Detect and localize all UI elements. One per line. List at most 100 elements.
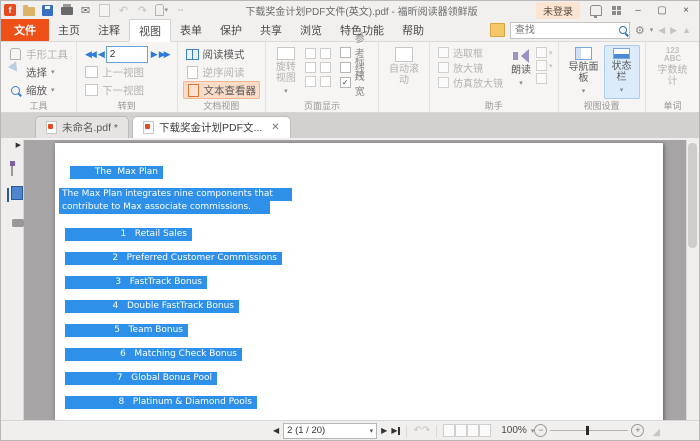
search-input[interactable] bbox=[510, 22, 630, 39]
selected-text-line[interactable]: contribute to Max associate commissions. bbox=[59, 201, 270, 214]
touch-mode-icon[interactable]: ▾ bbox=[155, 4, 168, 17]
zoom-slider-thumb[interactable] bbox=[586, 426, 589, 435]
tab-protect[interactable]: 保护 bbox=[211, 19, 251, 41]
tab-form[interactable]: 表单 bbox=[171, 19, 211, 41]
last-page-icon[interactable]: ▶▶ bbox=[159, 49, 169, 60]
text-viewer-button[interactable]: 文本查看器 bbox=[183, 81, 261, 99]
zoom-out-icon[interactable]: − bbox=[534, 424, 547, 437]
selected-text-line[interactable]: 5 Team Bonus bbox=[65, 324, 188, 337]
scrollbar-thumb[interactable] bbox=[688, 143, 697, 248]
tab-comment[interactable]: 注释 bbox=[89, 19, 129, 41]
fisheye-icon bbox=[438, 77, 449, 88]
email-icon[interactable]: ✉ bbox=[79, 4, 92, 17]
undo-icon: ↶ bbox=[117, 4, 130, 17]
open-file-icon[interactable] bbox=[22, 4, 35, 17]
vertical-scrollbar[interactable] bbox=[686, 140, 699, 421]
status-bar-button[interactable]: 状态栏▾ bbox=[604, 45, 640, 99]
next-view-button: 下一视图 bbox=[82, 81, 172, 99]
first-page-icon[interactable]: ◀◀ bbox=[85, 49, 95, 60]
apps-grid-icon[interactable] bbox=[612, 6, 621, 15]
window-title: 下载奖金计划PDF文件(英文).pdf - 福昕阅读器领鲜版 bbox=[187, 3, 536, 18]
tab-home[interactable]: 主页 bbox=[49, 19, 89, 41]
resize-grip-icon[interactable]: ◢ bbox=[652, 427, 660, 438]
doc-search-icon[interactable] bbox=[490, 23, 505, 37]
page-number-input[interactable] bbox=[106, 46, 148, 63]
close-button[interactable]: × bbox=[679, 5, 693, 16]
page-navigation: ◀◀ ◀ ▶ ▶▶ bbox=[82, 45, 172, 63]
tab-help[interactable]: 帮助 bbox=[393, 19, 433, 41]
pdf-page[interactable]: The Max Plan The Max Plan integrates nin… bbox=[55, 143, 663, 421]
auto-scroll-button[interactable]: 自动滚动 bbox=[384, 45, 424, 99]
tab-file[interactable]: 文件 bbox=[1, 19, 49, 41]
selected-text-line[interactable]: 8 Platinum & Diamond Pools bbox=[65, 396, 257, 409]
doc-tab-untitled[interactable]: 未命名.pdf * bbox=[35, 116, 129, 138]
selected-text-line[interactable]: The Max Plan bbox=[70, 166, 163, 179]
selected-text-line[interactable]: 3 FastTrack Bonus bbox=[65, 276, 207, 289]
group-label-word: 单词 bbox=[646, 99, 700, 112]
pdf-file-icon bbox=[46, 121, 57, 134]
group-word: 123ABC 字数统计 单词 bbox=[646, 42, 700, 112]
selected-text-line[interactable]: The Max Plan integrates nine components … bbox=[59, 188, 292, 201]
selected-text-line[interactable]: 2 Preferred Customer Commissions bbox=[65, 252, 282, 265]
tab-view[interactable]: 视图 bbox=[129, 19, 171, 42]
status-prev-page-icon[interactable]: ◀ bbox=[273, 426, 279, 435]
customize-toolbar-icon[interactable]: ∙∙ bbox=[174, 4, 187, 17]
gear-caret-icon[interactable]: ▾ bbox=[650, 26, 654, 34]
select-button[interactable]: 选择▾ bbox=[6, 63, 71, 81]
notification-icon[interactable] bbox=[590, 5, 602, 16]
zoom-button[interactable]: 缩放▾ bbox=[6, 81, 71, 99]
tab-browse[interactable]: 浏览 bbox=[291, 19, 331, 41]
next-view-icon bbox=[85, 84, 98, 96]
tab-share[interactable]: 共享 bbox=[251, 19, 291, 41]
status-last-page-icon[interactable]: ▶ bbox=[391, 426, 400, 435]
group-view-setting: 导航面板▾ 状态栏▾ 视图设置 bbox=[559, 42, 646, 112]
pages-panel-icon[interactable] bbox=[7, 189, 9, 201]
nav-panels-button[interactable]: 导航面板▾ bbox=[564, 45, 604, 99]
zoom-slider[interactable] bbox=[550, 430, 628, 431]
foxit-logo-icon[interactable]: f bbox=[4, 4, 16, 16]
redo-icon: ↷ bbox=[136, 4, 149, 17]
prev-page-icon[interactable]: ◀ bbox=[98, 49, 103, 60]
group-page-display: 旋转视图▾ 参考线 标尺 bbox=[266, 42, 379, 112]
search-magnifier-icon[interactable] bbox=[619, 26, 627, 34]
marquee-icon bbox=[438, 47, 449, 58]
book-icon bbox=[186, 48, 199, 60]
read-aloud-button[interactable]: 朗读▾ bbox=[506, 45, 536, 99]
minimize-button[interactable]: – bbox=[631, 5, 645, 16]
group-assistant: 选取框 放大镜 仿真放大镜 朗读▾ ▾ ▾ 助手 bbox=[430, 42, 559, 112]
selected-text-line[interactable]: 6 Matching Check Bonus bbox=[65, 348, 242, 361]
restore-button[interactable]: ▢ bbox=[655, 5, 669, 16]
panel-expand-icon[interactable]: ▶ bbox=[16, 141, 23, 149]
bookmarks-panel-icon[interactable] bbox=[11, 163, 13, 175]
zoom-in-icon[interactable]: + bbox=[631, 424, 644, 437]
selected-text-line[interactable]: 7 Global Bonus Pool bbox=[65, 372, 217, 385]
group-label-view-setting: 视图设置 bbox=[559, 99, 645, 112]
doc-tab-active[interactable]: 下载奖金计划PDF文... ✕ bbox=[132, 116, 291, 138]
collapse-ribbon-icon[interactable]: ▲ bbox=[682, 25, 691, 35]
guides-checkbox[interactable] bbox=[340, 47, 351, 58]
read-mode-button[interactable]: 阅读模式 bbox=[183, 45, 261, 63]
settings-gear-icon[interactable]: ⚙ bbox=[635, 24, 645, 37]
group-auto-scroll: 自动滚动 bbox=[379, 42, 430, 112]
line-weights-checkbox[interactable]: ✓ bbox=[340, 77, 351, 88]
history-back-icon: ◀ bbox=[658, 25, 665, 36]
magnifier-tool-button: 放大镜 bbox=[435, 60, 506, 75]
word-count-icon: 123ABC bbox=[664, 47, 681, 63]
status-next-page-icon[interactable]: ▶ bbox=[381, 426, 387, 435]
close-tab-icon[interactable]: ✕ bbox=[271, 122, 279, 133]
status-prev-view-icon: ↶ bbox=[413, 425, 421, 436]
rotate-view-button: 旋转视图▾ bbox=[271, 45, 301, 99]
rulers-checkbox[interactable] bbox=[340, 62, 351, 73]
selected-text-line[interactable]: 1 Retail Sales bbox=[65, 228, 192, 241]
prev-view-icon bbox=[85, 66, 98, 78]
selected-text-line[interactable]: 4 Double FastTrack Bonus bbox=[65, 300, 239, 313]
next-page-icon[interactable]: ▶ bbox=[151, 49, 156, 60]
ribbon-search-area: ⚙▾ ◀ ▶ ▲ bbox=[490, 19, 699, 41]
login-button[interactable]: 未登录 bbox=[536, 2, 580, 19]
ribbon: 手形工具 选择▾ 缩放▾ 工具 ◀◀ ◀ ▶ bbox=[1, 42, 699, 113]
save-icon[interactable] bbox=[41, 4, 54, 17]
print-icon[interactable] bbox=[60, 4, 73, 17]
status-page-field[interactable]: 2 (1 / 20)▾ bbox=[283, 423, 377, 439]
line-weights-checkbox-row[interactable]: ✓ 线宽 bbox=[340, 75, 373, 90]
document-canvas[interactable]: The Max Plan The Max Plan integrates nin… bbox=[24, 140, 686, 421]
